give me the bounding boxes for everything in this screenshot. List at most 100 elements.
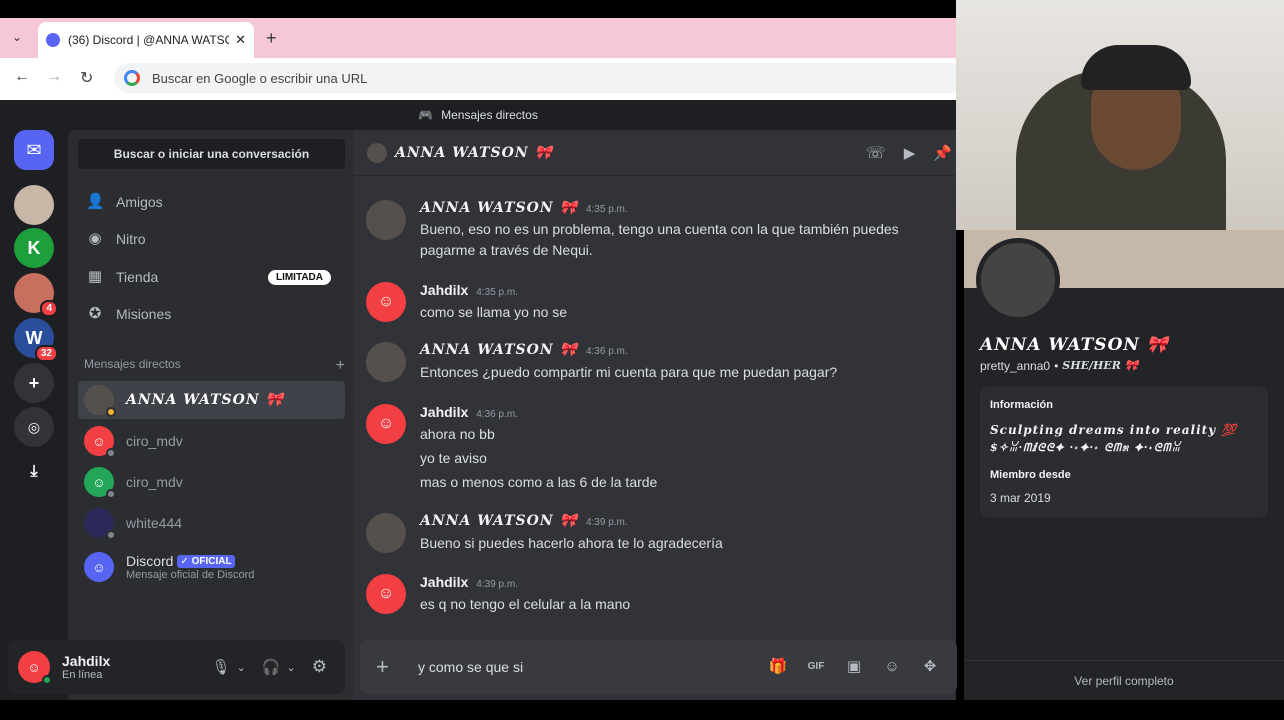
nav-label: Misiones (116, 306, 172, 322)
gift-icon[interactable]: 🎁 (767, 656, 789, 678)
gear-icon[interactable]: ⚙ (312, 657, 327, 677)
dm-name: white444 (126, 515, 183, 531)
avatar[interactable]: ☺ (366, 404, 406, 444)
status-dot (106, 489, 116, 499)
forward-icon[interactable]: → (46, 68, 62, 86)
create-dm-button[interactable]: + (336, 357, 345, 375)
profile-username: pretty_anna0 (980, 359, 1051, 373)
attach-plus-icon[interactable]: + (376, 656, 398, 678)
user-name: Jahdilx (62, 653, 111, 669)
message-time: 4:39 p.m. (585, 517, 628, 528)
message-input[interactable]: y como se que si (418, 659, 767, 675)
info-label: Información (990, 399, 1053, 411)
nav-shop[interactable]: ▦ Tienda LIMITADA (78, 259, 345, 295)
message-author[interactable]: ANNA WATSON 🎀 4:36 p.m. (420, 342, 628, 358)
user-panel: ☺ Jahdilx En línea 🎙 ⌄ 🎧 ⌄ ⚙ (8, 640, 345, 694)
video-call-icon[interactable]: ▶ (904, 144, 916, 162)
avatar: ☺ (84, 552, 114, 582)
message-composer: + y como se que si 🎁 GIF ▣ ☺ ✥ (360, 640, 957, 694)
add-server-icon[interactable]: + (14, 363, 54, 403)
browser-tab[interactable]: (36) Discord | @ANNA WATSON ✕ (38, 22, 254, 58)
gif-icon[interactable]: GIF (805, 656, 827, 678)
avatar[interactable]: ☺ (366, 282, 406, 322)
reload-icon[interactable]: ↻ (80, 68, 93, 88)
message-author[interactable]: Jahdilx 4:39 p.m. (420, 574, 518, 590)
chevron-down-icon[interactable]: ⌄ (237, 661, 246, 674)
message-time: 4:36 p.m. (585, 346, 628, 357)
dm-header: Mensajes directos + (84, 357, 345, 375)
limited-badge: LIMITADA (267, 269, 331, 285)
discord-logo-icon: 🎮 (418, 108, 434, 122)
dm-name: Discord (126, 553, 174, 569)
dm-header-label: Mensajes directos (84, 357, 181, 371)
dm-item[interactable]: white444 (78, 504, 345, 542)
message-text: como se llama yo no se (420, 304, 568, 320)
avatar[interactable] (366, 342, 406, 382)
back-icon[interactable]: ← (14, 68, 30, 86)
nav-friends[interactable]: 👤 Amigos (78, 184, 345, 220)
dm-item[interactable]: ☺ Discord ✓ OFICIAL Mensaje oficial de D… (78, 547, 345, 587)
tab-search-icon[interactable]: ⌄ (12, 30, 22, 44)
avatar[interactable] (366, 513, 406, 553)
address-bar[interactable]: Buscar en Google o escribir una URL (114, 63, 964, 93)
search-button[interactable]: Buscar o iniciar una conversación (78, 139, 345, 169)
avatar: ☺ (84, 426, 116, 458)
window-titlebar: 🎮 Mensajes directos (0, 100, 956, 130)
headphones-icon[interactable]: 🎧 (262, 658, 281, 676)
separator: • (1054, 359, 1059, 373)
server-icon[interactable]: 4 (14, 273, 58, 317)
dm-name: ANNA WATSON 🎀 (126, 392, 284, 408)
home-button[interactable]: ✉ (14, 130, 54, 170)
message-text: mas o menos como a las 6 de la tarde (420, 474, 658, 490)
online-status-dot (42, 675, 52, 685)
discover-icon[interactable]: ◎ (14, 407, 54, 447)
message-time: 4:35 p.m. (585, 204, 628, 215)
dm-item[interactable]: ANNA WATSON 🎀 (78, 381, 345, 419)
bio-line: Sculpting dreams into reality 💯 (990, 423, 1238, 437)
dm-item[interactable]: ☺ ciro_mdv (78, 463, 345, 501)
close-tab-icon[interactable]: ✕ (235, 32, 246, 48)
call-icon[interactable]: ☏ (866, 143, 886, 163)
avatar[interactable]: ☺ (366, 574, 406, 614)
server-icon[interactable]: K (14, 228, 54, 268)
dm-item[interactable]: ☺ ciro_mdv (78, 422, 345, 460)
shop-icon: ▦ (87, 268, 103, 285)
new-tab-button[interactable]: + (266, 28, 277, 49)
download-icon[interactable]: ⤓ (14, 452, 54, 492)
chat-title: ANNA WATSON 🎀 (395, 144, 553, 161)
nav-label: Amigos (116, 194, 163, 210)
avatar (84, 508, 116, 540)
microphone-icon[interactable]: 🎙 (212, 658, 231, 676)
member-since-label: Miembro desde (990, 469, 1071, 481)
cap (1081, 45, 1191, 90)
apps-icon[interactable]: ✥ (919, 656, 941, 678)
avatar[interactable] (366, 200, 406, 240)
discord-favicon (46, 33, 60, 47)
dm-name: ciro_mdv (126, 433, 183, 449)
profile-avatar[interactable] (976, 238, 1060, 322)
window-title: Mensajes directos (441, 108, 538, 122)
friends-icon: 👤 (86, 193, 105, 210)
message-text: Bueno, eso no es un problema, tengo una … (420, 221, 899, 237)
avatar (367, 142, 387, 163)
pin-icon[interactable]: 📌 (933, 144, 952, 162)
message-text: ahora no bb (420, 426, 495, 442)
emoji-icon[interactable]: ☺ (881, 656, 903, 678)
message-author[interactable]: ANNA WATSON 🎀 4:39 p.m. (420, 513, 628, 529)
view-full-profile-button[interactable]: Ver perfil completo (964, 660, 1284, 700)
sticker-icon[interactable]: ▣ (843, 656, 865, 678)
server-icon[interactable] (14, 185, 54, 225)
user-avatar[interactable]: ☺ (18, 651, 52, 685)
message-author[interactable]: Jahdilx 4:35 p.m. (420, 282, 518, 298)
message-text: pagarme a través de Nequi. (420, 242, 593, 258)
nav-quests[interactable]: ✪ Misiones (78, 296, 345, 332)
nav-nitro[interactable]: ◉ Nitro (78, 221, 345, 257)
user-status: En línea (62, 669, 103, 681)
server-icon[interactable]: W 32 (14, 318, 58, 362)
message-author[interactable]: ANNA WATSON 🎀 4:35 p.m. (420, 200, 628, 216)
dm-subtext: Mensaje oficial de Discord (126, 569, 255, 581)
chevron-down-icon[interactable]: ⌄ (287, 661, 296, 674)
message-author[interactable]: Jahdilx 4:36 p.m. (420, 404, 518, 420)
quests-icon: ✪ (88, 305, 102, 322)
nav-label: Nitro (116, 231, 146, 247)
